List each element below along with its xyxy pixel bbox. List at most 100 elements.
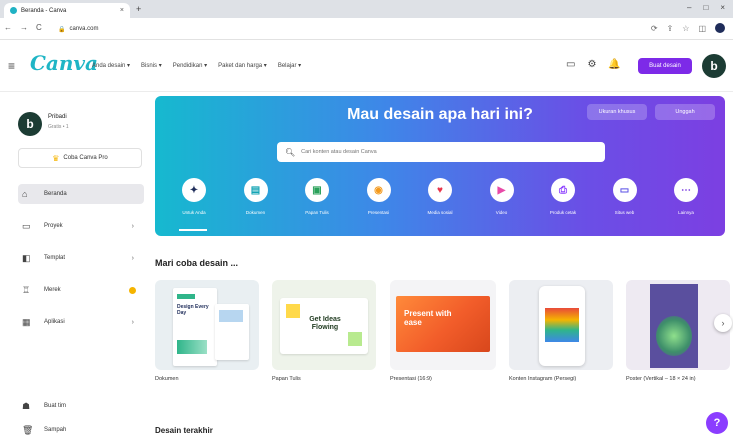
browser-tab[interactable]: Beranda - Canva × [4, 3, 130, 18]
reload-button[interactable]: C [36, 23, 42, 32]
design-thumb-label: Konten Instagram (Persegi) [509, 376, 577, 382]
sidebar-item-label: Proyek [44, 223, 63, 229]
pro-badge-icon [129, 286, 136, 294]
minimize-button[interactable]: – [687, 3, 691, 12]
sparkle-icon: ✦ [182, 178, 206, 202]
help-button[interactable]: ? [706, 412, 728, 434]
extension-icon[interactable]: ⟳ [651, 24, 658, 33]
sidebar-item-label: Aplikasi [44, 319, 65, 325]
sidebar-item-home[interactable]: ⌂ Beranda [18, 184, 144, 204]
close-window-button[interactable]: × [720, 3, 725, 12]
category-whiteboard[interactable]: ▣ Papan Tulis [292, 178, 342, 215]
nav-design[interactable]: Anda desain ▾ [92, 62, 130, 69]
address-bar[interactable]: 🔒 canva.com [58, 22, 598, 36]
document-icon: ▤ [243, 178, 268, 202]
category-label: Produk cetak [549, 210, 577, 215]
design-thumb-label: Papan Tulis [272, 376, 301, 382]
apps-icon: ▦ [22, 316, 31, 327]
sidebar-item-brand[interactable]: ♖ Merek [18, 280, 144, 300]
design-thumb-doc[interactable]: Design Every Day [155, 280, 259, 370]
create-design-button[interactable]: Buat desain [638, 58, 692, 74]
sidebar-item-templates[interactable]: ◧ Templat › [18, 248, 144, 268]
sidebar-item-label: Sampah [44, 427, 67, 433]
category-label: Papan Tulis [305, 210, 329, 215]
canva-logo[interactable]: Canva [30, 51, 98, 75]
search-icon: 🔍︎ [285, 147, 296, 157]
design-thumb-whiteboard[interactable]: Get Ideas Flowing [272, 280, 376, 370]
avatar[interactable]: b [702, 54, 726, 78]
category-label: Presentasi [367, 210, 390, 215]
presentation-icon: ◉ [366, 178, 391, 202]
template-icon: ◧ [22, 252, 31, 263]
share-icon[interactable]: ⇪ [667, 24, 674, 33]
category-label: Media sosial [427, 210, 453, 215]
nav-learn[interactable]: Belajar ▾ [278, 62, 301, 69]
category-docs[interactable]: ▤ Dokumen [231, 178, 281, 215]
sidebar-item-apps[interactable]: ▦ Aplikasi › [18, 312, 144, 332]
carousel-next-button[interactable]: › [714, 314, 732, 332]
custom-size-button[interactable]: Ukuran khusus [587, 104, 647, 120]
brand-icon: ♖ [22, 284, 31, 295]
poster-flower-art [656, 316, 692, 356]
browser-nav-buttons: ← → C [4, 23, 42, 32]
home-icon: ⌂ [22, 189, 28, 199]
settings-icon[interactable]: ⚙ [587, 59, 596, 70]
category-label: Lainnya [678, 210, 694, 215]
sidebar-item-projects[interactable]: ▭ Proyek › [18, 216, 144, 236]
forward-button[interactable]: → [20, 23, 28, 32]
instagram-post-image [545, 308, 579, 342]
sidepanel-icon[interactable]: ◫ [698, 24, 706, 33]
print-icon: ⎙ [551, 178, 575, 202]
sidebar: b Pribadi Gratis • 1 ♛ Coba Canva Pro ⌂ … [0, 92, 147, 442]
doc-page: Design Every Day [173, 288, 217, 366]
category-video[interactable]: ▶ Video [477, 178, 527, 215]
category-print[interactable]: ⎙ Produk cetak [538, 178, 588, 215]
upload-button[interactable]: Unggah [655, 104, 715, 120]
category-more[interactable]: ⋯ Lainnya [661, 178, 711, 215]
new-tab-button[interactable]: + [136, 4, 141, 14]
try-pro-button[interactable]: ♛ Coba Canva Pro [18, 148, 142, 168]
monitor-icon[interactable]: ▭ [566, 59, 575, 70]
sidebar-item-create-team[interactable]: ☗ Buat tim [18, 396, 144, 416]
design-thumb-label: Poster (Vertikal – 18 × 24 in) [626, 376, 696, 382]
whiteboard-headline: Get Ideas Flowing [309, 316, 341, 331]
sidebar-avatar[interactable]: b [18, 112, 42, 136]
sidebar-item-label: Beranda [44, 191, 67, 197]
category-row: ✦ Untuk Anda ▤ Dokumen ▣ Papan Tulis ◉ P… [169, 178, 711, 215]
social-media-icon: ♥ [428, 178, 452, 202]
team-icon: ☗ [22, 400, 31, 411]
browser-tab-bar: Beranda - Canva × + – □ × [0, 0, 733, 18]
sidebar-item-trash[interactable]: 🗑 Sampah [18, 420, 144, 440]
presentation-slide: Present with ease [396, 296, 490, 352]
chevron-right-icon: › [131, 222, 134, 230]
nav-education[interactable]: Pendidikan ▾ [173, 62, 207, 69]
design-thumb-presentation[interactable]: Present with ease [390, 280, 496, 370]
nav-pricing[interactable]: Paket dan harga ▾ [218, 62, 267, 69]
tab-close-icon[interactable]: × [120, 7, 124, 14]
url-text[interactable]: canva.com [69, 26, 98, 32]
browser-profile-icon[interactable] [715, 23, 725, 33]
category-website[interactable]: ▭ Situs web [600, 178, 650, 215]
menu-icon[interactable]: ≡ [8, 59, 15, 73]
bookmark-star-icon[interactable]: ☆ [682, 24, 689, 33]
category-social-media[interactable]: ♥ Media sosial [415, 178, 465, 215]
trash-icon: 🗑 [22, 424, 34, 435]
category-presentation[interactable]: ◉ Presentasi [354, 178, 404, 215]
back-button[interactable]: ← [4, 23, 12, 32]
maximize-button[interactable]: □ [703, 3, 708, 12]
doc-page-back [215, 304, 249, 360]
sticky-note [348, 332, 362, 346]
sticky-note [286, 304, 300, 318]
whiteboard-card: Get Ideas Flowing [280, 298, 368, 354]
browser-extensions: ⟳ ⇪ ☆ ◫ [651, 23, 725, 33]
search-input[interactable] [301, 149, 592, 155]
design-thumb-instagram[interactable] [509, 280, 613, 370]
nav-business[interactable]: Bisnis ▾ [141, 62, 162, 69]
notification-bell-icon[interactable]: 🔔 [608, 59, 620, 70]
chevron-right-icon: › [131, 254, 134, 262]
category-for-you[interactable]: ✦ Untuk Anda [169, 178, 219, 215]
user-plan: Gratis • 1 [48, 124, 69, 130]
search-box[interactable]: 🔍︎ [277, 142, 605, 162]
category-label: Situs web [614, 210, 635, 215]
doc-headline: Design Every Day [177, 304, 209, 316]
